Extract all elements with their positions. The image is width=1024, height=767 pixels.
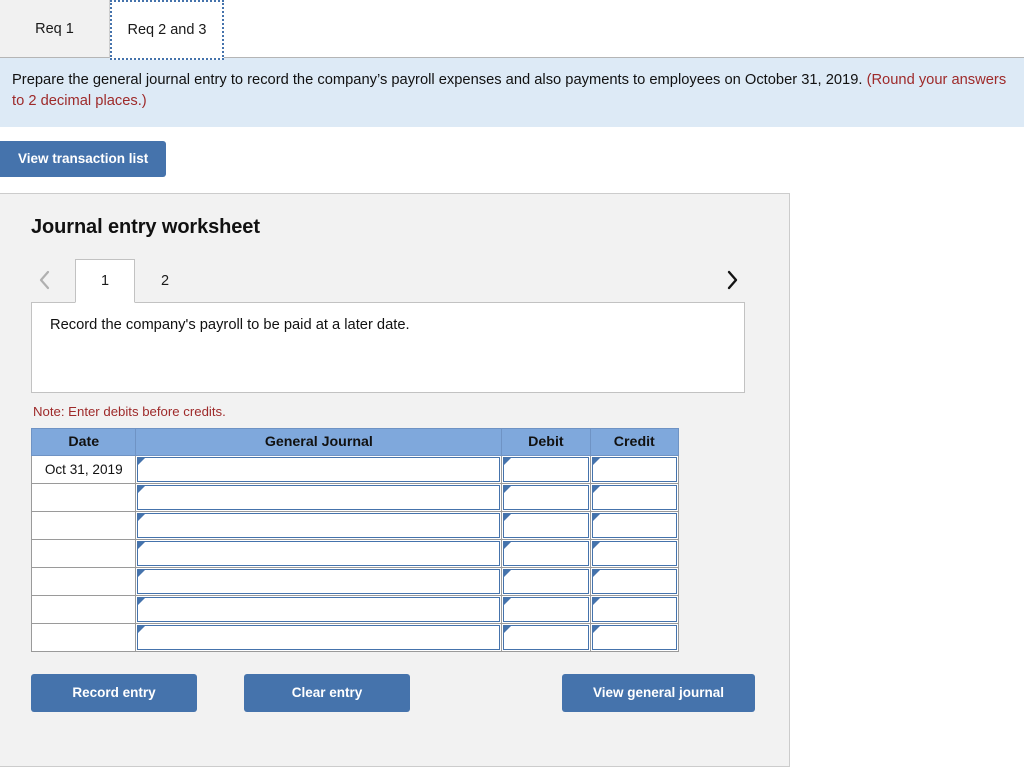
journal-credit-input[interactable] xyxy=(591,568,677,594)
instruction-banner: Prepare the general journal entry to rec… xyxy=(0,58,1024,127)
tab-req-2-and-3-label: Req 2 and 3 xyxy=(127,22,207,38)
table-header-row: Date General Journal Debit Credit xyxy=(30,427,680,456)
column-header-date: Date xyxy=(30,427,137,456)
tab-req-2-and-3[interactable]: Req 2 and 3 xyxy=(110,0,224,60)
worksheet-page-tab-1[interactable]: 1 xyxy=(75,258,135,303)
journal-general-journal-input[interactable] xyxy=(137,624,501,650)
journal-general-journal-cell xyxy=(135,594,503,624)
worksheet-page-tab-2-label: 2 xyxy=(160,272,170,289)
journal-general-journal-cell xyxy=(135,482,503,512)
journal-credit-input[interactable] xyxy=(591,456,677,482)
worksheet-description-box: Record the company's payroll to be paid … xyxy=(31,302,745,393)
journal-debit-cell xyxy=(501,622,591,652)
instruction-text: Prepare the general journal entry to rec… xyxy=(12,72,867,88)
journal-date-cell[interactable] xyxy=(30,622,137,652)
tab-req-1[interactable]: Req 1 xyxy=(0,0,110,58)
tab-req-1-label: Req 1 xyxy=(35,20,74,37)
worksheet-actions: Record entry Clear entry View general jo… xyxy=(31,673,755,712)
journal-general-journal-cell xyxy=(135,454,503,484)
journal-debit-cell xyxy=(501,482,591,512)
journal-general-journal-input[interactable] xyxy=(137,512,501,538)
journal-general-journal-cell xyxy=(135,622,503,652)
journal-date-cell[interactable] xyxy=(30,566,137,596)
worksheet-pager: 1 2 xyxy=(31,258,745,303)
clear-entry-button[interactable]: Clear entry xyxy=(244,673,410,712)
journal-general-journal-cell xyxy=(135,510,503,540)
table-row: Oct 31, 2019 xyxy=(30,454,680,484)
worksheet-page-tab-2[interactable]: 2 xyxy=(135,259,195,303)
journal-debit-cell xyxy=(501,566,591,596)
journal-entry-worksheet-panel: Journal entry worksheet 1 2 Record the c… xyxy=(0,192,790,767)
journal-general-journal-cell xyxy=(135,538,503,568)
table-body: Oct 31, 2019 xyxy=(30,454,680,652)
debits-before-credits-note: Note: Enter debits before credits. xyxy=(33,403,226,419)
journal-credit-input[interactable] xyxy=(591,512,677,538)
chevron-right-icon[interactable] xyxy=(719,265,745,295)
journal-date-cell[interactable] xyxy=(30,482,137,512)
journal-general-journal-input[interactable] xyxy=(137,484,501,510)
journal-credit-cell xyxy=(589,454,680,484)
journal-debit-input[interactable] xyxy=(503,540,589,566)
journal-debit-input[interactable] xyxy=(503,456,589,482)
journal-credit-cell xyxy=(589,482,680,512)
journal-date-cell[interactable]: Oct 31, 2019 xyxy=(30,454,137,484)
table-row xyxy=(30,566,680,596)
journal-debit-cell xyxy=(501,454,591,484)
view-general-journal-button[interactable]: View general journal xyxy=(562,673,755,712)
journal-general-journal-input[interactable] xyxy=(137,456,501,482)
requirement-tab-strip: Req 1 Req 2 and 3 xyxy=(0,0,1024,60)
journal-debit-input[interactable] xyxy=(503,512,589,538)
table-row xyxy=(30,482,680,512)
journal-debit-cell xyxy=(501,510,591,540)
journal-credit-input[interactable] xyxy=(591,484,677,510)
journal-credit-cell xyxy=(589,622,680,652)
journal-date-cell[interactable] xyxy=(30,510,137,540)
journal-debit-input[interactable] xyxy=(503,568,589,594)
journal-debit-input[interactable] xyxy=(503,624,589,650)
journal-debit-cell xyxy=(501,594,591,624)
journal-credit-input[interactable] xyxy=(591,624,677,650)
journal-general-journal-cell xyxy=(135,566,503,596)
journal-credit-cell xyxy=(589,594,680,624)
worksheet-title: Journal entry worksheet xyxy=(31,215,260,238)
toolbar: View transaction list xyxy=(0,126,1024,193)
journal-date-cell[interactable] xyxy=(30,538,137,568)
table-row xyxy=(30,594,680,624)
journal-credit-input[interactable] xyxy=(591,540,677,566)
general-journal-table: Date General Journal Debit Credit Oct 31… xyxy=(30,427,680,652)
column-header-general-journal: General Journal xyxy=(135,427,503,456)
journal-general-journal-input[interactable] xyxy=(137,596,501,622)
journal-general-journal-input[interactable] xyxy=(137,568,501,594)
worksheet-description-text: Record the company's payroll to be paid … xyxy=(50,316,410,333)
journal-date-cell[interactable] xyxy=(30,594,137,624)
journal-credit-input[interactable] xyxy=(591,596,677,622)
table-row xyxy=(30,622,680,652)
column-header-debit: Debit xyxy=(501,427,591,456)
journal-credit-cell xyxy=(589,510,680,540)
journal-credit-cell xyxy=(589,538,680,568)
journal-debit-cell xyxy=(501,538,591,568)
journal-debit-input[interactable] xyxy=(503,596,589,622)
table-row xyxy=(30,538,680,568)
view-transaction-list-button[interactable]: View transaction list xyxy=(0,140,167,177)
table-row xyxy=(30,510,680,540)
journal-debit-input[interactable] xyxy=(503,484,589,510)
record-entry-button[interactable]: Record entry xyxy=(31,673,197,712)
journal-credit-cell xyxy=(589,566,680,596)
worksheet-page-tab-1-label: 1 xyxy=(100,272,110,289)
journal-general-journal-input[interactable] xyxy=(137,540,501,566)
chevron-left-icon[interactable] xyxy=(31,265,57,295)
column-header-credit: Credit xyxy=(589,427,680,456)
